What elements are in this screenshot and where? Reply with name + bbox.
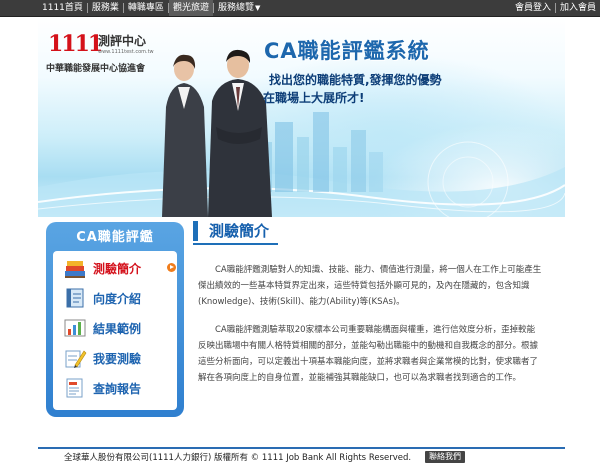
nav-link-career-change[interactable]: 轉職專區	[124, 0, 168, 16]
page-title: 測驗簡介	[209, 222, 270, 240]
association-name: 中華職能發展中心協進會	[46, 64, 146, 74]
books-icon	[65, 261, 85, 278]
sidebar-item-result-example[interactable]: 結果範例	[53, 315, 177, 341]
chart-icon	[64, 319, 86, 337]
nav-link-services-overview[interactable]: 服務總覽▼	[214, 0, 264, 16]
hero-banner: 1111 測評中心 www.1111test.com.tw 中華職能發展中心協進…	[38, 17, 565, 217]
slogan-line-2: 在職場上大展所才!	[263, 91, 365, 105]
footer-divider	[38, 447, 565, 449]
sidebar-item-take-test[interactable]: 我要測驗	[53, 345, 177, 371]
caret-down-icon: ▼	[254, 4, 261, 12]
report-icon	[66, 378, 83, 398]
logo-number: 1111	[48, 31, 103, 57]
nav-link-join-member[interactable]: 加入會員	[556, 0, 600, 16]
intro-paragraph-2: CA職能評鑑測驗萃取20家標本公司重要職能構面與權重，進行信效度分析，歪掉較能反…	[198, 325, 539, 383]
logo-url: www.1111test.com.tw	[98, 49, 154, 55]
site-logo[interactable]: 1111 測評中心 www.1111test.com.tw	[46, 29, 158, 59]
content-header: 測驗簡介	[193, 220, 543, 245]
title-accent-bar	[193, 221, 198, 241]
pencil-paper-icon	[65, 350, 87, 368]
nav-link-member-login[interactable]: 會員登入	[511, 0, 555, 16]
logo-text: 測評中心	[98, 34, 147, 48]
contact-us-button[interactable]: 聯絡我們	[425, 451, 465, 463]
sidebar-menu-list: 測驗簡介 向度介紹 結果範例 我要測驗 查詢報告	[53, 251, 177, 410]
top-nav-left: 1111首頁 服務業 轉職專區 觀光旅遊 服務總覽▼	[38, 0, 264, 16]
top-nav-right: 會員登入 加入會員	[511, 0, 600, 16]
arrow-right-icon	[167, 263, 176, 272]
sidebar-menu: CA職能評鑑 測驗簡介 向度介紹 結果範例 我要測驗 查詢報告	[46, 222, 184, 417]
notebook-icon	[66, 288, 84, 308]
business-people-image	[162, 49, 272, 217]
sidebar-item-label: 測驗簡介	[93, 262, 142, 276]
sidebar-item-query-report[interactable]: 查詢報告	[53, 375, 177, 401]
sidebar-item-label: 結果範例	[93, 322, 142, 336]
slogan-line-1: 找出您的職能特質,發揮您的優勢	[269, 73, 442, 87]
sidebar-item-test-intro[interactable]: 測驗簡介	[53, 255, 177, 281]
system-title: CA職能評鑑系統	[264, 39, 430, 63]
nav-link-service[interactable]: 服務業	[88, 0, 123, 16]
nav-link-services-overview-label: 服務總覽	[217, 3, 254, 13]
footer-copyright: 全球華人股份有限公司(1111人力銀行) 版權所有 © 1111 Job Ban…	[64, 453, 412, 463]
nav-link-home[interactable]: 1111首頁	[38, 0, 87, 16]
title-underline	[193, 243, 278, 245]
sidebar-title: CA職能評鑑	[76, 230, 154, 245]
sidebar-item-label: 我要測驗	[93, 352, 142, 366]
sidebar-item-label: 查詢報告	[93, 382, 142, 396]
top-nav-bar: 1111首頁 服務業 轉職專區 觀光旅遊 服務總覽▼ 會員登入 加入會員	[0, 0, 600, 17]
nav-link-tourism[interactable]: 觀光旅遊	[168, 0, 213, 16]
sidebar-item-label: 向度介紹	[93, 292, 142, 306]
sidebar-item-dimensions[interactable]: 向度介紹	[53, 285, 177, 311]
intro-paragraph-1: CA職能評鑑測驗對人的知識、技能、能力、價值進行測量，將一個人在工作上可能產生傑…	[198, 265, 542, 307]
